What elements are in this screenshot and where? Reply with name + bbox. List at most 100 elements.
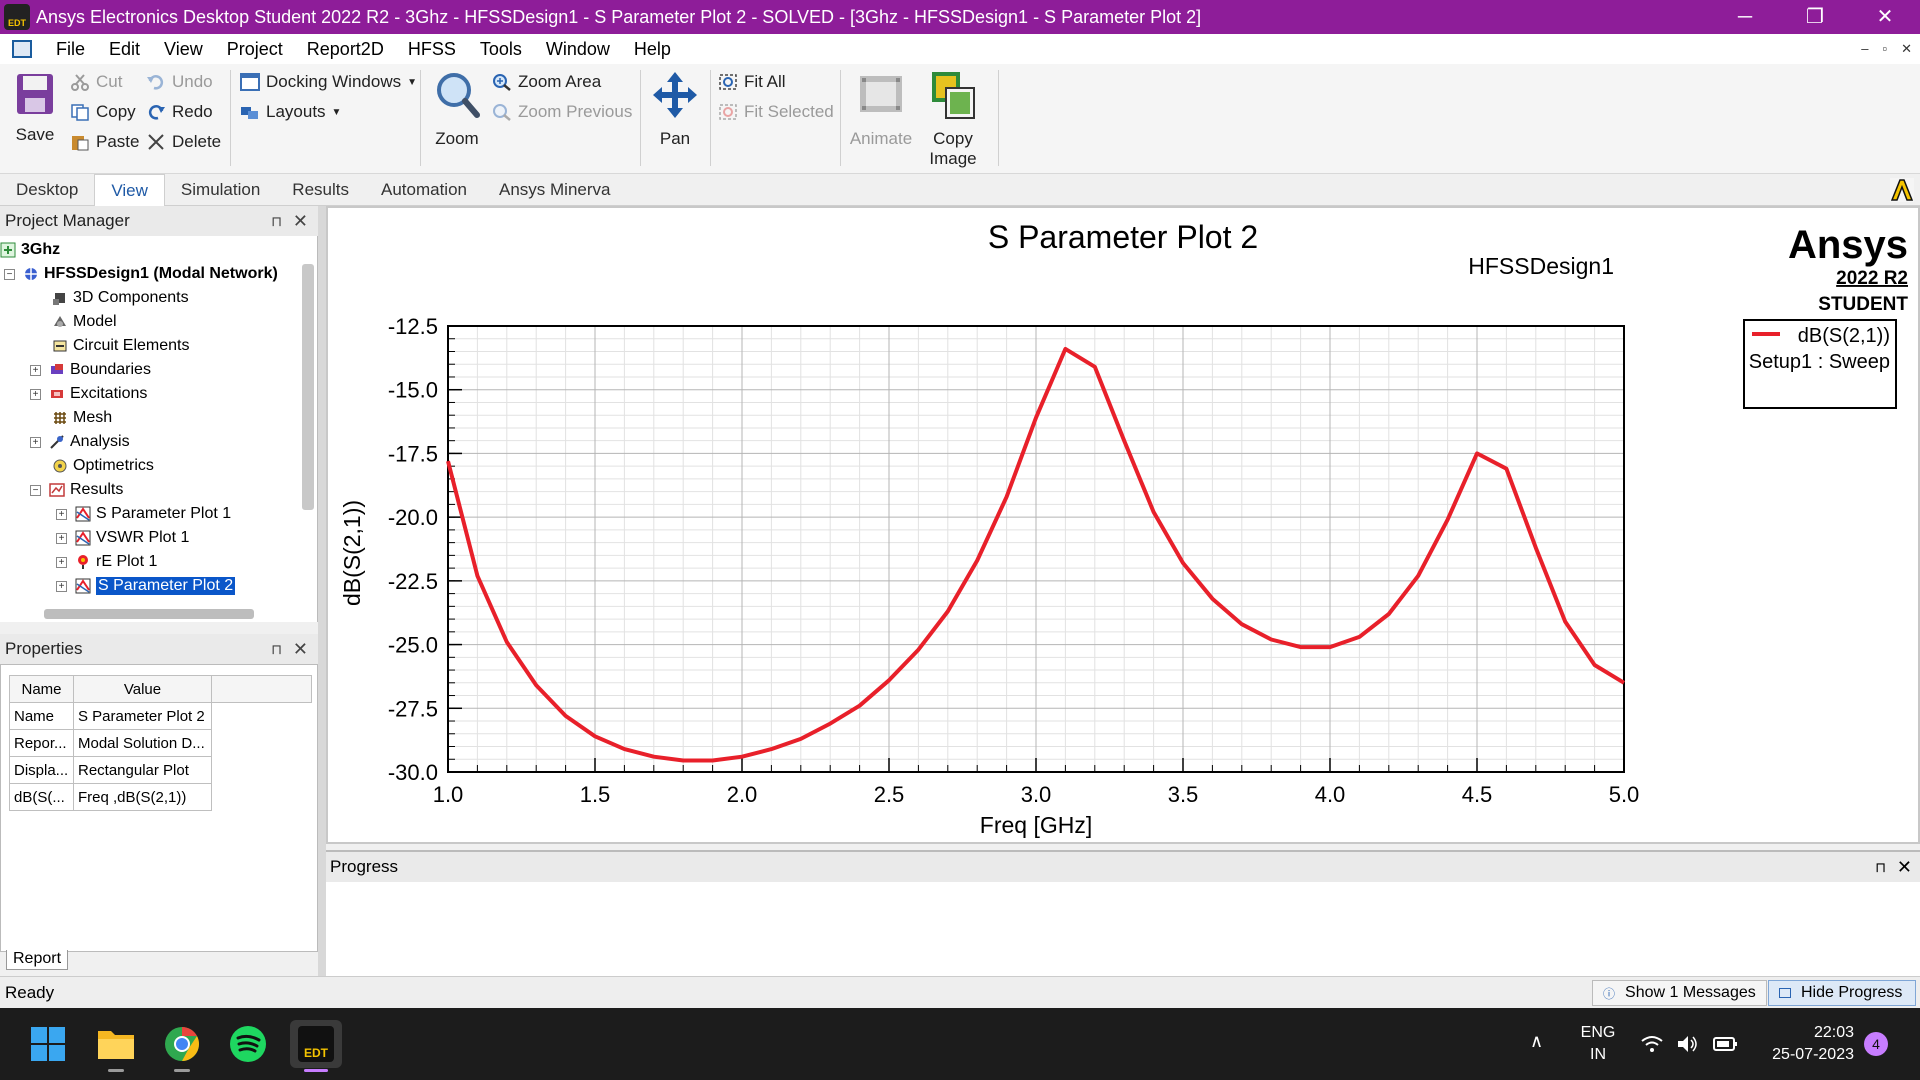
clock[interactable]: 22:03 25-07-2023	[1758, 1022, 1854, 1066]
plot-window[interactable]: 1.0 1.5 2.0 2.5 3.0 3.5 4.0 4.5 5.0 -12.5 -15.0 -1…	[326, 206, 1920, 844]
pan-button[interactable]: Pan	[648, 70, 702, 149]
animate-button[interactable]: Animate	[846, 70, 916, 149]
legend[interactable]: dB(S(2,1)) Setup1 : Sweep	[1743, 319, 1897, 409]
tree-vertical-scrollbar[interactable]	[302, 264, 314, 510]
docking-windows-button[interactable]: Docking Windows ▼	[240, 72, 417, 92]
table-row[interactable]: Name S Parameter Plot 2	[9, 702, 312, 730]
tree-design[interactable]: − HFSSDesign1 (Modal Network)	[4, 262, 278, 286]
start-button[interactable]	[24, 1020, 72, 1068]
tree-item-3d-components[interactable]: 3D Components	[52, 286, 189, 310]
expand-icon[interactable]: +	[56, 580, 67, 592]
file-explorer-button[interactable]	[92, 1020, 140, 1072]
tab-results[interactable]: Results	[276, 174, 365, 206]
fit-selected-button[interactable]: Fit Selected	[718, 102, 834, 122]
tab-simulation[interactable]: Simulation	[165, 174, 276, 206]
table-row[interactable]: Repor... Modal Solution D...	[9, 729, 312, 757]
redo-button[interactable]: Redo	[146, 102, 213, 122]
boundaries-icon	[51, 364, 63, 374]
minimize-button[interactable]: ─	[1710, 0, 1780, 34]
document-icon[interactable]	[12, 40, 32, 58]
save-button[interactable]: Save	[10, 72, 60, 145]
tree-item-mesh[interactable]: Mesh	[52, 406, 112, 430]
menu-report2d[interactable]: Report2D	[295, 39, 396, 60]
collapse-icon[interactable]: −	[4, 268, 15, 280]
pin-icon[interactable]: ⊓	[1875, 859, 1886, 876]
panel-splitter[interactable]	[318, 206, 326, 976]
tree-item-boundaries[interactable]: + Boundaries	[30, 358, 151, 382]
tree-result-vswr-plot-1[interactable]: + VSWR Plot 1	[56, 526, 189, 550]
tree-horizontal-scrollbar[interactable]	[44, 609, 254, 619]
expand-icon[interactable]: +	[56, 556, 67, 568]
tray-chevron-icon[interactable]: ∧	[1530, 1030, 1543, 1052]
mdi-close-button[interactable]: ✕	[1901, 41, 1912, 57]
notification-badge[interactable]: 4	[1864, 1032, 1888, 1056]
zoom-button[interactable]: Zoom	[428, 70, 486, 149]
tree-result-re-plot-1[interactable]: + rE Plot 1	[56, 550, 157, 574]
tree-item-results[interactable]: − Results	[30, 478, 123, 502]
expand-icon[interactable]: +	[56, 508, 67, 520]
s-parameter-chart[interactable]: 1.0 1.5 2.0 2.5 3.0 3.5 4.0 4.5 5.0 -12.5-15.0-1…	[328, 208, 1918, 842]
fit-all-button[interactable]: Fit All	[718, 72, 786, 92]
zoom-previous-button[interactable]: Zoom Previous	[492, 102, 632, 122]
close-icon[interactable]: ✕	[293, 639, 308, 660]
expand-icon[interactable]: +	[30, 364, 41, 376]
tree-item-excitations[interactable]: + Excitations	[30, 382, 147, 406]
layouts-button[interactable]: Layouts ▼	[240, 102, 341, 122]
tree-project[interactable]: 3Ghz	[0, 238, 60, 262]
paste-button[interactable]: Paste	[70, 132, 139, 152]
table-row[interactable]: Displa... Rectangular Plot	[9, 756, 312, 784]
tree-item-analysis[interactable]: + Analysis	[30, 430, 130, 454]
table-row[interactable]: dB(S(... Freq ,dB(S(2,1))	[9, 783, 312, 811]
menu-help[interactable]: Help	[622, 39, 683, 60]
pin-icon[interactable]: ⊓	[271, 213, 282, 230]
hide-progress-button[interactable]: Hide Progress	[1768, 980, 1916, 1006]
menu-project[interactable]: Project	[215, 39, 295, 60]
language-indicator[interactable]: ENG IN	[1578, 1022, 1618, 1066]
expand-icon[interactable]: +	[56, 532, 67, 544]
cut-button[interactable]: Cut	[70, 72, 122, 92]
zoom-area-button[interactable]: Zoom Area	[492, 72, 601, 92]
status-bar: Ready ⓘ Show 1 Messages Hide Progress	[0, 976, 1920, 1008]
close-icon[interactable]: ✕	[293, 211, 308, 232]
chrome-button[interactable]	[158, 1020, 206, 1072]
mdi-restore-button[interactable]: ▫	[1882, 41, 1887, 57]
delete-button[interactable]: Delete	[146, 132, 221, 152]
restore-button[interactable]: ❐	[1780, 0, 1850, 34]
copy-button[interactable]: Copy	[70, 102, 136, 122]
tree-result-s-parameter-plot-2[interactable]: + S Parameter Plot 2	[56, 574, 237, 598]
menu-file[interactable]: File	[44, 39, 97, 60]
wifi-icon[interactable]	[1640, 1034, 1664, 1054]
menu-tools[interactable]: Tools	[468, 39, 534, 60]
show-messages-button[interactable]: ⓘ Show 1 Messages	[1592, 980, 1767, 1006]
pin-icon[interactable]: ⊓	[271, 641, 282, 658]
mdi-minimize-button[interactable]: –	[1861, 41, 1868, 57]
menu-hfss[interactable]: HFSS	[396, 39, 468, 60]
menu-edit[interactable]: Edit	[97, 39, 152, 60]
menu-view[interactable]: View	[152, 39, 215, 60]
project-manager-header: Project Manager ⊓ ✕	[0, 206, 318, 236]
tab-view[interactable]: View	[94, 173, 165, 206]
tree-item-circuit-elements[interactable]: Circuit Elements	[52, 334, 189, 358]
tree-item-model[interactable]: Model	[52, 310, 117, 334]
tree-result-s-parameter-plot-1[interactable]: + S Parameter Plot 1	[56, 502, 231, 526]
collapse-icon[interactable]: −	[30, 484, 41, 496]
close-icon[interactable]: ✕	[1897, 857, 1912, 878]
close-button[interactable]: ✕	[1850, 0, 1920, 34]
undo-button[interactable]: Undo	[146, 72, 213, 92]
expand-icon[interactable]: +	[30, 388, 41, 400]
expand-icon[interactable]: +	[30, 436, 41, 448]
battery-icon[interactable]	[1712, 1034, 1740, 1054]
menu-window[interactable]: Window	[534, 39, 622, 60]
chevron-down-icon: ▼	[407, 76, 418, 88]
zoom-previous-icon	[493, 104, 511, 121]
spotify-button[interactable]	[224, 1020, 272, 1068]
edt-app-button[interactable]: EDT	[290, 1020, 342, 1072]
copy-image-button[interactable]: Copy Image	[918, 70, 988, 169]
volume-icon[interactable]	[1676, 1034, 1700, 1054]
report-tab[interactable]: Report	[6, 950, 68, 970]
tab-automation[interactable]: Automation	[365, 174, 483, 206]
tab-desktop[interactable]: Desktop	[0, 174, 94, 206]
tab-ansys-minerva[interactable]: Ansys Minerva	[483, 174, 626, 206]
chrome-icon	[165, 1027, 199, 1061]
tree-item-optimetrics[interactable]: Optimetrics	[52, 454, 154, 478]
